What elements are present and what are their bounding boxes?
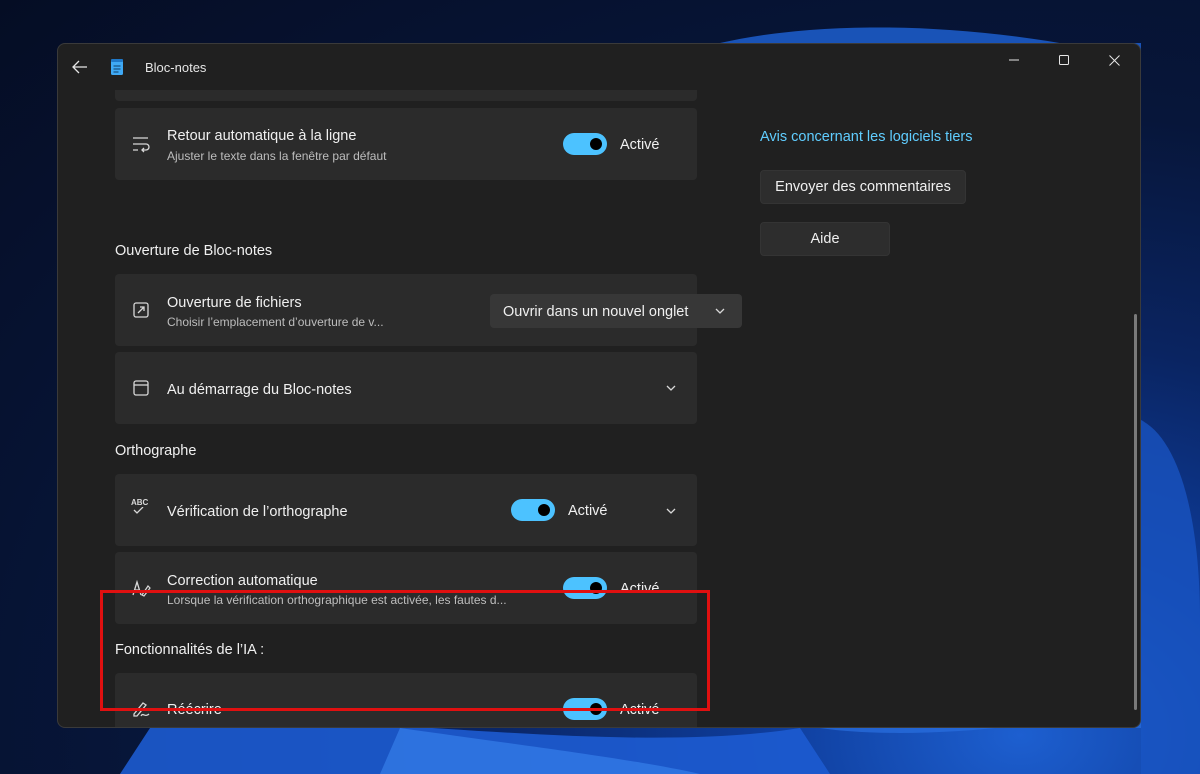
opening-section-heading: Ouverture de Bloc-notes — [115, 243, 273, 259]
notepad-app-icon — [111, 59, 123, 75]
startup-card[interactable]: Au démarrage du Bloc-notes — [115, 352, 697, 424]
spell-check-card: ABC Vérification de l’orthographe Activé — [115, 474, 697, 546]
partial-setting-card — [115, 90, 697, 101]
startup-title: Au démarrage du Bloc-notes — [167, 382, 352, 398]
close-icon — [1108, 54, 1120, 66]
maximize-icon — [1059, 55, 1069, 65]
help-button[interactable]: Aide — [760, 222, 890, 256]
autocorrect-title: Correction automatique — [167, 573, 318, 589]
word-wrap-card: Retour automatique à la ligne Ajuster le… — [115, 108, 697, 180]
ai-features-highlight-box — [100, 590, 710, 711]
spell-check-icon: ABC — [131, 498, 151, 518]
back-button[interactable] — [66, 54, 94, 80]
minimize-icon — [1009, 59, 1019, 61]
word-wrap-toggle[interactable] — [563, 133, 607, 155]
open-file-icon — [133, 302, 149, 318]
spelling-section-heading: Orthographe — [115, 443, 197, 459]
title-bar: Bloc-notes — [58, 44, 1140, 90]
file-opening-subtitle: Choisir l’emplacement d’ouverture de v..… — [167, 315, 384, 329]
vertical-scrollbar[interactable] — [1134, 314, 1137, 710]
window-icon — [133, 380, 149, 396]
file-opening-title: Ouverture de fichiers — [167, 295, 302, 311]
word-wrap-title: Retour automatique à la ligne — [167, 128, 357, 144]
spell-check-toggle[interactable] — [511, 499, 555, 521]
send-feedback-button[interactable]: Envoyer des commentaires — [760, 170, 966, 204]
window-title: Bloc-notes — [145, 60, 207, 75]
close-button[interactable] — [1089, 44, 1139, 76]
word-wrap-icon — [133, 137, 150, 153]
word-wrap-state: Activé — [620, 137, 660, 153]
back-arrow-icon — [72, 60, 87, 74]
file-opening-card: Ouverture de fichiers Choisir l’emplacem… — [115, 274, 742, 346]
maximize-button[interactable] — [1039, 44, 1089, 76]
chevron-down-icon[interactable] — [665, 382, 677, 394]
spell-check-state: Activé — [568, 503, 608, 519]
file-opening-selected: Ouvrir dans un nouvel onglet — [503, 304, 689, 320]
word-wrap-subtitle: Ajuster le texte dans la fenêtre par déf… — [167, 149, 387, 163]
chevron-down-icon[interactable] — [665, 505, 677, 517]
file-opening-dropdown[interactable]: Ouvrir dans un nouvel onglet — [490, 294, 742, 328]
third-party-notices-link[interactable]: Avis concernant les logiciels tiers — [760, 129, 973, 145]
minimize-button[interactable] — [989, 44, 1039, 76]
chevron-down-icon — [715, 308, 725, 314]
spell-check-title: Vérification de l’orthographe — [167, 504, 348, 520]
